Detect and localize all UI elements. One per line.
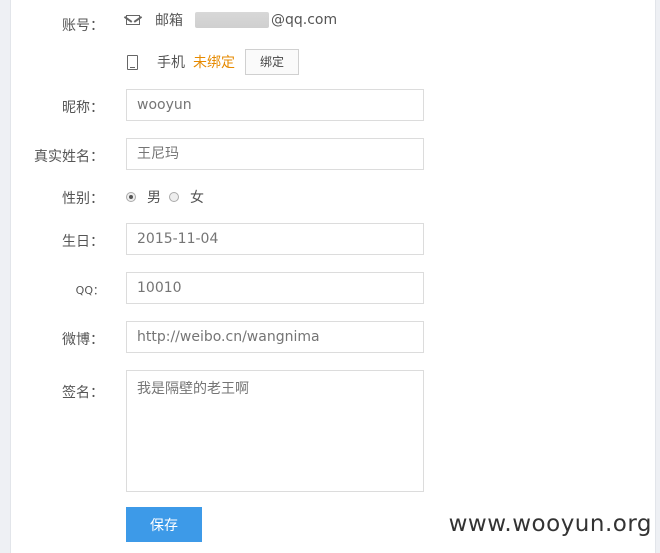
phone-binding-row: 手机 未绑定 绑定 xyxy=(126,49,300,75)
gender-female-label[interactable]: 女 xyxy=(190,187,204,207)
qq-label: QQ： xyxy=(75,284,104,297)
gender-label: 性别： xyxy=(62,191,104,207)
watermark-text: www.wooyun.org xyxy=(448,511,652,537)
weibo-input[interactable] xyxy=(126,321,424,353)
weibo-label: 微博： xyxy=(62,332,104,348)
birthday-label: 生日： xyxy=(62,234,104,250)
signature-label: 签名： xyxy=(62,385,104,401)
gender-female-radio[interactable] xyxy=(169,192,179,202)
qq-input[interactable] xyxy=(126,272,424,304)
gender-male-label[interactable]: 男 xyxy=(147,187,161,207)
realname-label: 真实姓名： xyxy=(34,149,104,165)
mail-icon xyxy=(126,15,140,25)
right-panel-edge xyxy=(655,0,660,553)
save-button[interactable]: 保存 xyxy=(126,507,202,542)
signature-textarea[interactable] xyxy=(126,370,424,492)
phone-unbound-status: 未绑定 xyxy=(193,55,235,71)
nickname-label: 昵称： xyxy=(62,100,104,116)
bind-phone-button[interactable]: 绑定 xyxy=(245,49,300,75)
left-panel-edge xyxy=(0,0,11,553)
phone-label: 手机 xyxy=(157,55,185,71)
email-suffix: @qq.com xyxy=(271,12,338,28)
account-label: 账号： xyxy=(62,18,104,34)
gender-male-radio[interactable] xyxy=(126,192,136,202)
realname-input[interactable] xyxy=(126,138,424,170)
nickname-input[interactable] xyxy=(126,89,424,121)
masked-email-prefix xyxy=(195,12,269,28)
birthday-input[interactable] xyxy=(126,223,424,255)
gender-radio-group: 男 女 xyxy=(126,187,212,207)
phone-icon xyxy=(127,54,138,70)
email-binding-row: 邮箱 @qq.com xyxy=(126,9,337,31)
email-label: 邮箱 xyxy=(155,13,183,29)
